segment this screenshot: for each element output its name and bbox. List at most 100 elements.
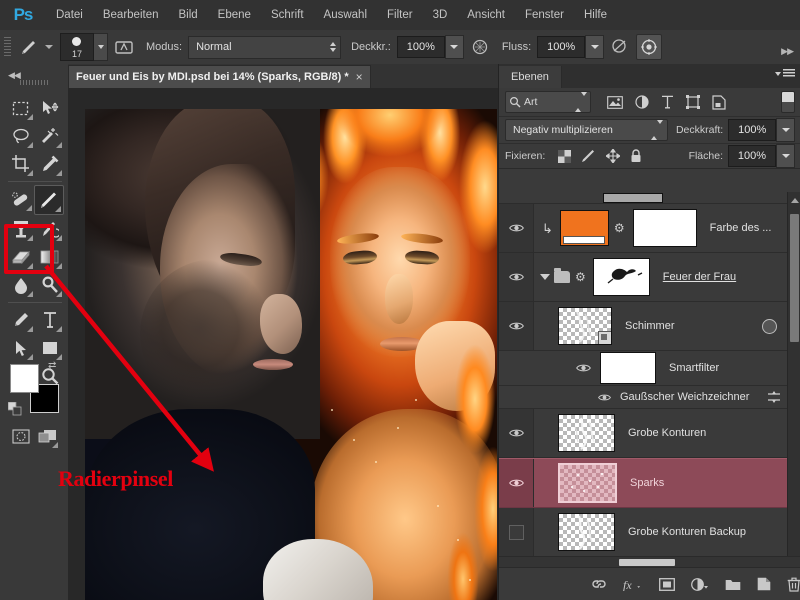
layer-visibility-toggle[interactable] [499,204,534,252]
menu-fenster[interactable]: Fenster [515,0,574,30]
toolbar-grip[interactable] [20,80,50,85]
link-mask-icon[interactable]: ⚙ [614,221,625,235]
layer-mask-icon[interactable] [659,577,675,591]
pressure-size-icon[interactable] [636,34,663,60]
menu-datei[interactable]: Datei [46,0,93,30]
group-expand-chevron-down-icon[interactable] [540,274,550,280]
foreground-color-swatch[interactable] [10,364,39,393]
menu-bearbeiten[interactable]: Bearbeiten [93,0,169,30]
link-mask-icon[interactable]: ⚙ [575,270,586,284]
screen-mode-icon[interactable] [34,422,60,450]
layer-name[interactable]: Feuer der Frau [663,271,736,283]
layer-visibility-toggle[interactable] [499,459,534,507]
opacity-input[interactable]: 100% [396,36,445,58]
menu-hilfe[interactable]: Hilfe [574,0,617,30]
tool-magic-wand[interactable] [35,122,64,150]
table-row[interactable]: Smartfilter [499,351,800,386]
tool-lasso[interactable] [6,122,35,150]
layer-blend-mode-select[interactable]: Negativ multiplizieren [505,119,668,141]
filter-type-icon[interactable] [661,95,674,109]
menu-ansicht[interactable]: Ansicht [457,0,515,30]
filter-adjustment-icon[interactable] [635,95,649,109]
table-row[interactable]: Gaußscher Weichzeichner [499,386,800,409]
brush-tool-icon[interactable] [16,35,42,59]
layer-style-icon[interactable]: fx [623,578,643,591]
layer-visibility-toggle[interactable] [499,508,534,556]
brush-preset-chevron-icon[interactable] [45,45,53,49]
smart-filter-toggle-icon[interactable] [762,318,777,334]
layer-name[interactable]: Sparks [630,477,664,489]
table-row[interactable]: Schimmer [499,302,800,351]
menu-bild[interactable]: Bild [168,0,207,30]
table-row[interactable]: Grobe Konturen [499,409,800,458]
tool-brush[interactable] [34,185,64,215]
airbrush-icon[interactable] [608,35,632,59]
lock-transparency-icon[interactable] [558,149,572,163]
table-row[interactable]: Grobe Konturen Backup [499,508,800,557]
layer-visibility-toggle[interactable] [499,409,534,457]
collapse-left-icon[interactable]: ◀◀ [8,70,21,81]
scroll-up-icon[interactable] [791,198,799,203]
layer-opacity-dropdown[interactable] [776,118,795,142]
brush-size-preview[interactable]: 17 [60,33,94,61]
flow-dropdown[interactable] [585,35,605,59]
tool-path-selection[interactable] [6,334,35,362]
group-thumbnail[interactable] [592,258,650,296]
layer-list-scrollbar[interactable] [787,192,800,568]
layer-mask-thumbnail[interactable] [632,209,697,247]
layer-visibility-toggle[interactable] [499,253,534,301]
tool-rectangular-marquee[interactable] [6,94,35,122]
filter-visibility-toggle[interactable] [595,393,613,402]
table-row[interactable]: Sparks [499,458,800,508]
layer-opacity-input[interactable]: 100% [728,119,777,141]
canvas-area[interactable] [68,88,498,600]
options-bar-grip[interactable] [4,37,11,57]
filter-shape-icon[interactable] [686,95,700,109]
layer-thumbnail[interactable] [558,513,615,551]
table-row[interactable]: ↳ ⚙ Farbe des ... [499,204,800,253]
swap-colors-icon[interactable]: ⇄ [48,360,56,371]
tool-rectangle[interactable] [35,334,64,362]
layer-thumbnail[interactable] [558,414,615,452]
tool-blur[interactable] [6,271,35,299]
brush-size-dropdown[interactable] [94,33,108,61]
lock-position-icon[interactable] [606,149,621,163]
filter-pixel-icon[interactable] [607,95,623,109]
flow-input[interactable]: 100% [537,36,586,58]
document-canvas[interactable] [85,109,497,600]
new-layer-icon[interactable] [757,577,771,591]
tool-type[interactable] [35,306,64,334]
layer-visibility-toggle[interactable] [499,302,534,350]
panel-menu-button[interactable] [775,69,795,78]
layer-thumbnail[interactable] [558,463,617,503]
layer-visibility-toggle[interactable] [573,363,593,373]
blend-mode-select[interactable]: Normal [188,35,342,59]
filter-settings-icon[interactable] [767,391,781,403]
tab-ebenen[interactable]: Ebenen [499,66,562,88]
table-row[interactable]: ⚙ Feuer der Frau [499,253,800,302]
collapse-right-icon[interactable]: ▶▶ [781,46,794,57]
layer-row-partial[interactable] [499,192,800,204]
tool-eyedropper[interactable] [35,150,64,178]
opacity-dropdown[interactable] [444,35,464,59]
scrollbar-thumb[interactable] [790,214,799,342]
layer-list[interactable]: ↳ ⚙ Farbe des ... ⚙ Feuer der Frau Schim… [499,192,800,568]
quick-mask-icon[interactable] [8,422,34,450]
lock-image-icon[interactable] [581,149,596,163]
layer-name[interactable]: Grobe Konturen Backup [628,526,746,538]
smart-filter-mask-thumbnail[interactable] [600,352,656,384]
tool-spot-healing-brush[interactable] [6,185,34,213]
pressure-opacity-icon[interactable] [468,35,492,59]
lock-all-icon[interactable] [630,149,642,163]
menu-auswahl[interactable]: Auswahl [314,0,377,30]
close-icon[interactable]: × [356,70,363,84]
hscrollbar-thumb[interactable] [619,559,675,566]
filter-smart-object-icon[interactable] [712,94,726,110]
document-tab[interactable]: Feuer und Eis by MDI.psd bei 14% (Sparks… [68,65,371,88]
default-colors-icon[interactable] [8,402,23,417]
layer-fill-dropdown[interactable] [776,144,795,168]
filter-enable-toggle[interactable] [781,91,795,113]
layer-name[interactable]: Farbe des ... [710,222,772,234]
delete-layer-icon[interactable] [787,577,800,592]
layer-name[interactable]: Schimmer [625,320,675,332]
